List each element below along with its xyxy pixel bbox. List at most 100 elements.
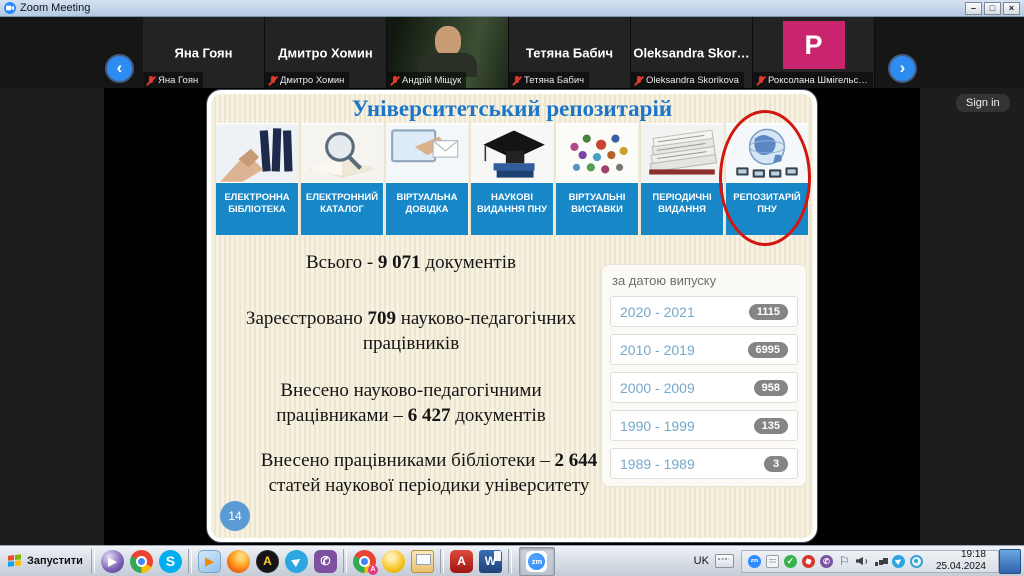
participant-label: Дмитро Хомин — [280, 75, 344, 86]
facet-count-badge: 1115 — [749, 304, 788, 320]
viber-icon[interactable]: ✆ — [314, 550, 337, 573]
slide-page-number: 14 — [220, 501, 250, 531]
clock-time: 19:18 — [936, 549, 986, 561]
clock-date: 25.04.2024 — [936, 561, 986, 573]
zoom-taskbar-button[interactable]: zm — [519, 547, 555, 576]
stat-staff-contributions: Внесено науково-педагогічними працівника… — [211, 378, 611, 429]
nav-tile-virtual-exhibits: ВІРТУАЛЬНІ ВИСТАВКИ — [556, 123, 638, 235]
aimp-tray-icon[interactable] — [802, 555, 815, 568]
participant-label: Тетяна Бабич — [524, 75, 584, 86]
participants-strip: ‹ Яна Гоян Яна Гоян Дмитро Хомин Дмитро … — [0, 17, 1024, 88]
nav-tile-electronic-catalog: ЕЛЕКТРОННИЙ КАТАЛОГ — [301, 123, 383, 235]
participant-tile[interactable]: P Роксолана Шмігельс… — [753, 17, 875, 88]
participant-tile[interactable]: Тетяна Бабич Тетяна Бабич — [509, 17, 631, 88]
stat-registered-staff: Зареєстровано 709 науково-педагогічних п… — [211, 306, 611, 357]
participant-tile[interactable]: Яна Гоян Яна Гоян — [143, 17, 265, 88]
facet-row: 2020 - 2021 1115 — [610, 296, 798, 327]
electronic-catalog-image — [301, 123, 383, 183]
mic-muted-icon — [268, 75, 277, 86]
taskbar: Запустити ▶ S ▶ A ▶ ✆ A A W zm UK zm ✓ ✆… — [0, 545, 1024, 576]
nav-tile-label: ВИДАННЯ ПНУ — [471, 204, 553, 216]
nav-tile-label: ДОВІДКА — [386, 204, 468, 216]
facet-range: 1989 - 1989 — [620, 456, 695, 472]
facet-row: 1990 - 1999 135 — [610, 410, 798, 441]
avast-browser-icon[interactable]: A — [353, 550, 376, 573]
taskbar-clock[interactable]: 19:18 25.04.2024 — [936, 549, 986, 573]
taskbar-separator — [188, 549, 192, 573]
participant-avatar: P — [783, 21, 845, 69]
mic-muted-icon — [512, 75, 521, 86]
window-title: Zoom Meeting — [20, 2, 90, 14]
volume-tray-icon[interactable] — [856, 555, 869, 568]
sign-in-button[interactable]: Sign in — [956, 94, 1010, 112]
media-player-icon[interactable]: ▶ — [198, 550, 221, 573]
taskbar-separator — [508, 549, 512, 573]
next-participants-button[interactable]: › — [890, 56, 915, 81]
keyboard-icon[interactable] — [715, 554, 734, 568]
participant-tile[interactable]: Дмитро Хомин Дмитро Хомин — [265, 17, 387, 88]
zoom-tray-icon[interactable]: zm — [748, 555, 761, 568]
nav-tile-virtual-help: ВІРТУАЛЬНА ДОВІДКА — [386, 123, 468, 235]
nav-tile-scientific-editions: НАУКОВІ ВИДАННЯ ПНУ — [471, 123, 553, 235]
nav-tile-label: ПЕРІОДИЧНІ — [641, 192, 723, 204]
word-icon[interactable]: W — [479, 550, 502, 573]
mic-muted-icon — [756, 75, 765, 86]
acrobat-reader-icon[interactable]: A — [450, 550, 473, 573]
network-tray-icon[interactable] — [874, 555, 887, 568]
viber-tray-icon[interactable]: ✆ — [820, 555, 833, 568]
shared-screen: Університетський репозитарій ЕЛЕКТРОННА … — [104, 88, 920, 545]
chevron-right-icon: › — [900, 59, 906, 76]
kmplayer-icon[interactable]: ▶ — [101, 550, 124, 573]
nav-tile-label: ВІРТУАЛЬНА — [386, 192, 468, 204]
minimize-button[interactable]: – — [965, 2, 982, 15]
mic-muted-icon — [634, 75, 643, 86]
chrome-icon[interactable] — [130, 550, 153, 573]
facet-range: 1990 - 1999 — [620, 418, 695, 434]
nav-tile-label: ЕЛЕКТРОННИЙ — [301, 192, 383, 204]
nav-tile-electronic-library: ЕЛЕКТРОННА БІБЛІОТЕКА — [216, 123, 298, 235]
taskbar-separator — [343, 549, 347, 573]
facet-count-badge: 6995 — [748, 342, 788, 358]
zoom-icon: zm — [528, 553, 545, 570]
participant-video-face — [435, 26, 461, 56]
window-titlebar: Zoom Meeting – □ × — [0, 0, 1024, 17]
meeting-main-area: Університетський репозитарій ЕЛЕКТРОННА … — [0, 88, 1024, 545]
eye-tray-icon[interactable] — [910, 555, 923, 568]
telegram-icon[interactable]: ▶ — [285, 550, 308, 573]
total-commander-icon[interactable] — [411, 550, 434, 573]
avast-badge: A — [368, 565, 378, 575]
restore-button[interactable]: □ — [984, 2, 1001, 15]
participant-label: Oleksandra Skorikova — [646, 75, 739, 86]
facet-range: 2010 - 2019 — [620, 342, 695, 358]
virtual-help-image — [386, 123, 468, 183]
stat-total-documents: Всього - 9 071 документів — [211, 250, 611, 275]
facet-count-badge: 3 — [764, 456, 788, 472]
language-indicator[interactable]: UK — [688, 555, 715, 567]
facet-count-badge: 958 — [754, 380, 788, 396]
participant-label: Андрій Міщук — [402, 75, 461, 86]
participant-name: Oleksandra Skor… — [631, 45, 752, 60]
date-facet-panel: за датою випуску 2020 - 2021 1115 2010 -… — [601, 264, 807, 487]
participant-video-tile[interactable]: Андрій Міщук — [387, 17, 509, 88]
facet-range: 2000 - 2009 — [620, 380, 695, 396]
start-button[interactable]: Запустити — [3, 546, 88, 576]
nav-tile-label: БІБЛІОТЕКА — [216, 204, 298, 216]
scientific-editions-image — [471, 123, 553, 183]
aimp-icon[interactable]: A — [256, 550, 279, 573]
minimized-window-button[interactable] — [999, 549, 1021, 574]
system-tray: zm ✓ ✆ ⚐ ▶ 19:18 25.04.2024 — [741, 550, 999, 573]
facet-range: 2020 - 2021 — [620, 304, 695, 320]
nav-tile-label: ЕЛЕКТРОННА — [216, 192, 298, 204]
flag-tray-icon[interactable]: ⚐ — [838, 555, 851, 568]
chrome-canary-icon[interactable] — [382, 550, 405, 573]
antivirus-tray-icon[interactable]: ✓ — [784, 555, 797, 568]
nav-tile-label: НАУКОВІ — [471, 192, 553, 204]
clipboard-tray-icon[interactable] — [766, 555, 779, 568]
skype-icon[interactable]: S — [159, 550, 182, 573]
telegram-tray-icon[interactable]: ▶ — [892, 555, 905, 568]
participant-tile[interactable]: Oleksandra Skor… Oleksandra Skorikova — [631, 17, 753, 88]
facet-row: 2010 - 2019 6995 — [610, 334, 798, 365]
firefox-icon[interactable] — [227, 550, 250, 573]
close-button[interactable]: × — [1003, 2, 1020, 15]
previous-participants-button[interactable]: ‹ — [107, 56, 132, 81]
